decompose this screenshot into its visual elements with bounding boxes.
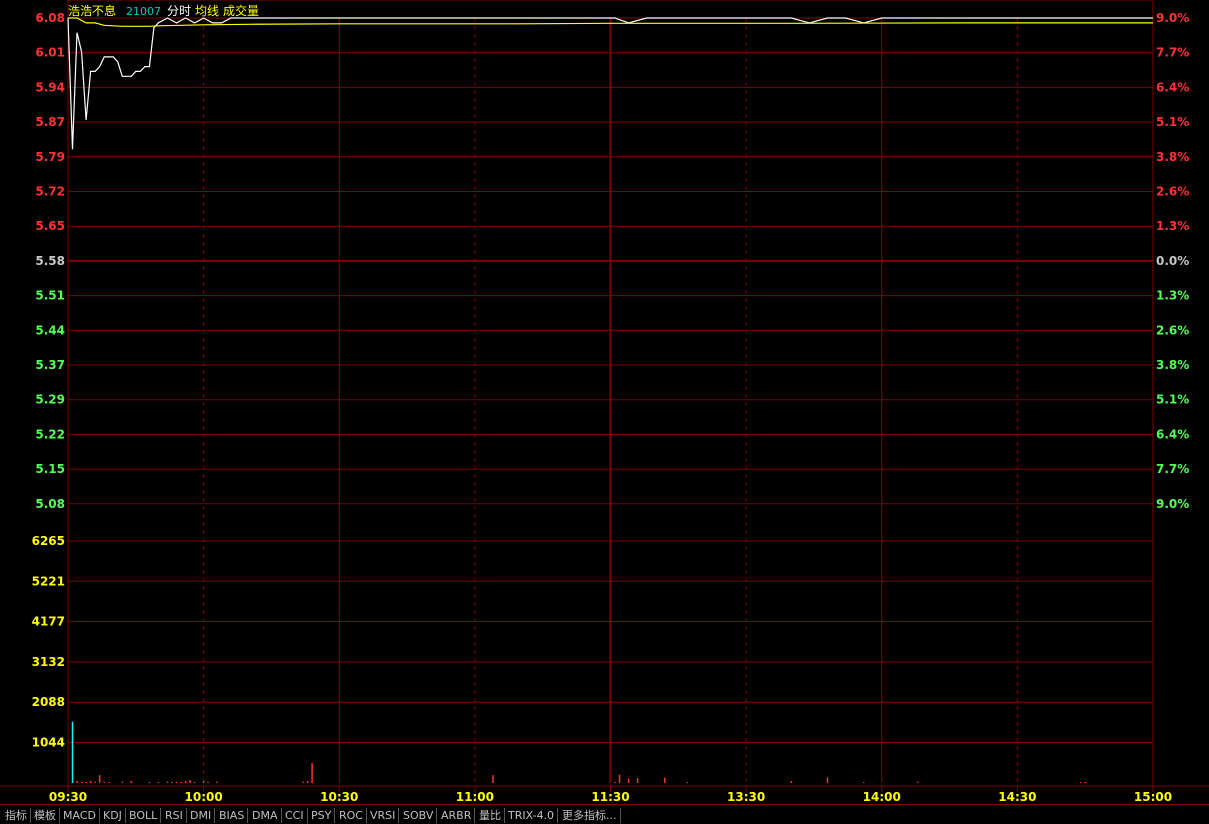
- price-tick-label: 5.15: [35, 462, 65, 476]
- price-tick-label: 5.87: [35, 115, 65, 129]
- indicator-tab-18[interactable]: 更多指标...: [559, 808, 621, 823]
- percent-tick-label: 3.8%: [1156, 150, 1189, 164]
- price-tick-label: 5.58: [35, 254, 65, 268]
- price-tick-label: 5.44: [35, 323, 65, 337]
- right-percent-axis: 9.0% 7.7% 6.4% 5.1% 3.8% 2.6% 1.3% 0.0% 1.3% 2.6%…: [1156, 11, 1189, 511]
- indicator-tab-9[interactable]: DMA: [249, 808, 282, 823]
- stock-volume: 21007: [126, 5, 161, 18]
- volume-tick-label: 2088: [32, 695, 65, 709]
- volume-tick-label: 3132: [32, 655, 65, 669]
- indicator-tab-3[interactable]: MACD: [60, 808, 100, 823]
- indicator-tab-17[interactable]: TRIX-4.0: [505, 808, 559, 823]
- chart-grid: [0, 0, 1209, 787]
- time-tick-label: 11:00: [456, 790, 494, 804]
- percent-tick-label: 9.0%: [1156, 497, 1189, 511]
- percent-tick-label: 7.7%: [1156, 462, 1189, 476]
- percent-tick-label: 5.1%: [1156, 115, 1189, 129]
- indicator-tab-1[interactable]: 指标: [2, 808, 31, 823]
- indicator-tab-11[interactable]: PSY: [308, 808, 336, 823]
- time-tick-label: 09:30: [49, 790, 87, 804]
- price-tick-label: 6.08: [35, 11, 65, 25]
- time-axis: 09:30 10:00 10:30 11:00 11:30 13:30 14:00 14:30…: [49, 786, 1172, 804]
- price-tick-label: 5.08: [35, 497, 65, 511]
- volume-tick-label: 6265: [32, 534, 65, 548]
- percent-tick-label: 0.0%: [1156, 254, 1189, 268]
- indicator-tab-15[interactable]: ARBR: [438, 808, 476, 823]
- price-tick-label: 5.72: [35, 185, 65, 199]
- price-tick-label: 5.22: [35, 427, 65, 441]
- percent-tick-label: 3.8%: [1156, 358, 1189, 372]
- percent-tick-label: 2.6%: [1156, 323, 1189, 337]
- volume-tick-label: 5221: [32, 574, 65, 588]
- price-tick-label: 5.94: [35, 80, 65, 94]
- indicator-tab-13[interactable]: VRSI: [367, 808, 400, 823]
- volume-bars: [71, 721, 1086, 783]
- indicator-tab-8[interactable]: BIAS: [216, 808, 249, 823]
- indicator-tab-6[interactable]: RSI: [162, 808, 187, 823]
- indicator-tab-12[interactable]: ROC: [336, 808, 367, 823]
- indicator-tab-7[interactable]: DMI: [187, 808, 216, 823]
- volume-tick-label: 4177: [32, 615, 65, 629]
- legend-avg: 均线: [195, 4, 219, 18]
- percent-tick-label: 6.4%: [1156, 427, 1189, 441]
- price-tick-label: 5.51: [35, 289, 65, 303]
- legend-price: 分时: [167, 4, 191, 18]
- price-tick-label: 5.65: [35, 219, 65, 233]
- indicator-tab-bar: 指标 模板 MACD KDJ BOLL RSI DMI BIAS DMA CCI PSY ROC VRS…: [0, 804, 1209, 824]
- intraday-chart[interactable]: 6.08 6.01 5.94 5.87 5.79 5.72 5.65 5.58 5.51 5.44…: [0, 0, 1209, 804]
- time-tick-label: 15:00: [1134, 790, 1172, 804]
- price-tick-label: 5.29: [35, 393, 65, 407]
- price-tick-label: 5.79: [35, 150, 65, 164]
- legend-volume: 成交量: [223, 3, 259, 18]
- percent-tick-label: 6.4%: [1156, 80, 1189, 94]
- time-tick-label: 14:30: [998, 790, 1036, 804]
- time-tick-label: 10:30: [320, 790, 358, 804]
- percent-tick-label: 5.1%: [1156, 393, 1189, 407]
- time-tick-label: 13:30: [727, 790, 765, 804]
- price-tick-label: 6.01: [35, 46, 65, 60]
- volume-tick-label: 1044: [32, 736, 65, 750]
- time-tick-label: 10:00: [185, 790, 223, 804]
- indicator-tab-2[interactable]: 模板: [31, 808, 60, 823]
- volume-axis: 6265 5221 4177 3132 2088 1044: [32, 534, 65, 750]
- indicator-tab-4[interactable]: KDJ: [100, 808, 126, 823]
- indicator-tab-5[interactable]: BOLL: [126, 808, 162, 823]
- left-price-axis: 6.08 6.01 5.94 5.87 5.79 5.72 5.65 5.58 5.51 5.44…: [35, 11, 65, 511]
- indicator-tab-16[interactable]: 量比: [476, 808, 505, 823]
- percent-tick-label: 7.7%: [1156, 46, 1189, 60]
- time-tick-label: 11:30: [591, 790, 629, 804]
- price-tick-label: 5.37: [35, 358, 65, 372]
- indicator-tab-14[interactable]: SOBV: [400, 808, 438, 823]
- chart-header: 浩浩不息 21007 分时 均线 成交量: [68, 3, 259, 18]
- percent-tick-label: 2.6%: [1156, 185, 1189, 199]
- percent-tick-label: 9.0%: [1156, 11, 1189, 25]
- percent-tick-label: 1.3%: [1156, 289, 1189, 303]
- time-tick-label: 14:00: [863, 790, 901, 804]
- percent-tick-label: 1.3%: [1156, 219, 1189, 233]
- indicator-tab-10[interactable]: CCI: [282, 808, 308, 823]
- stock-name: 浩浩不息: [68, 3, 116, 18]
